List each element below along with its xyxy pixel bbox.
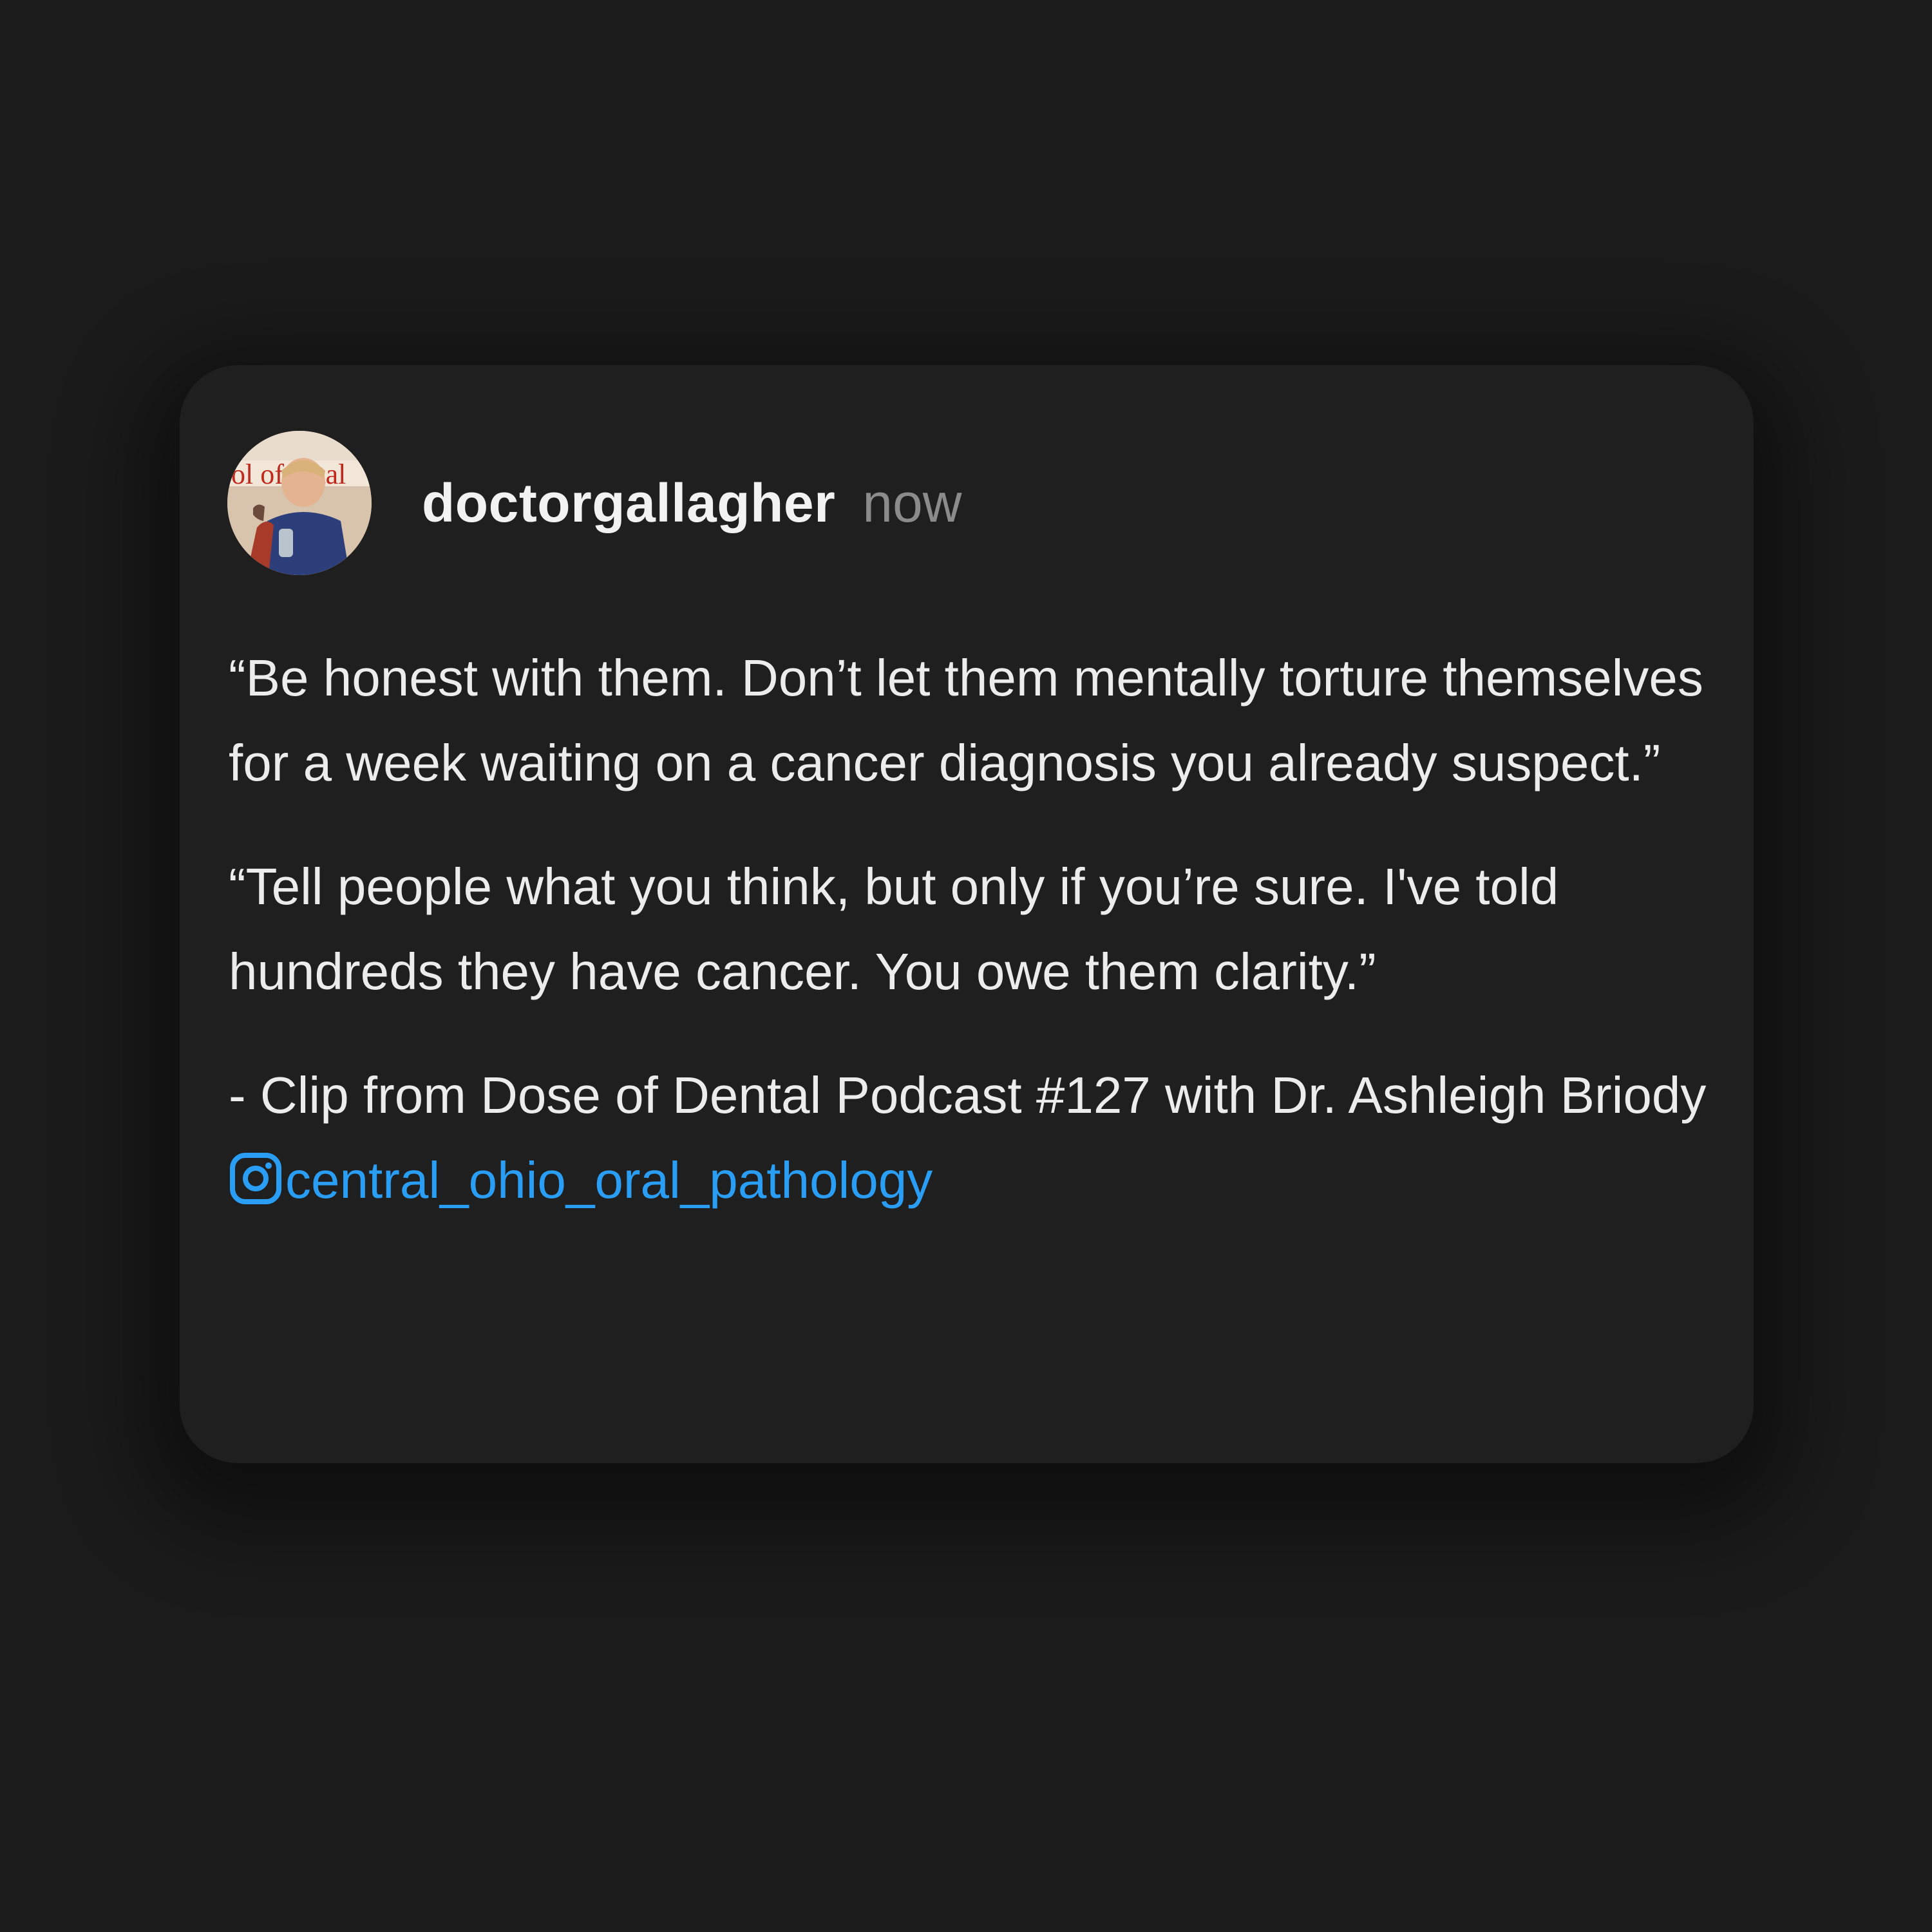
username[interactable]: doctorgallagher bbox=[422, 472, 835, 535]
avatar[interactable]: ol of ental bbox=[227, 431, 372, 575]
instagram-icon bbox=[229, 1151, 283, 1206]
profile-photo-icon: ol of ental bbox=[227, 431, 372, 575]
post-body: “Be honest with them. Don’t let them men… bbox=[229, 636, 1729, 1223]
mention-handle[interactable]: central_ohio_oral_pathology bbox=[285, 1151, 933, 1209]
post-card: ol of ental doctorgallagher now “Be hone… bbox=[180, 365, 1754, 1463]
credit-text: - Clip from Dose of Dental Podcast #127 … bbox=[229, 1066, 1707, 1124]
mention-link[interactable]: central_ohio_oral_pathology bbox=[229, 1151, 933, 1209]
post-credit: - Clip from Dose of Dental Podcast #127 … bbox=[229, 1053, 1729, 1223]
post-timestamp: now bbox=[862, 472, 962, 533]
page-background: ol of ental doctorgallagher now “Be hone… bbox=[0, 0, 1932, 1932]
post-paragraph: “Be honest with them. Don’t let them men… bbox=[229, 649, 1703, 791]
post-paragraph: “Tell people what you think, but only if… bbox=[229, 858, 1559, 1000]
post-header: ol of ental doctorgallagher now bbox=[227, 431, 961, 575]
